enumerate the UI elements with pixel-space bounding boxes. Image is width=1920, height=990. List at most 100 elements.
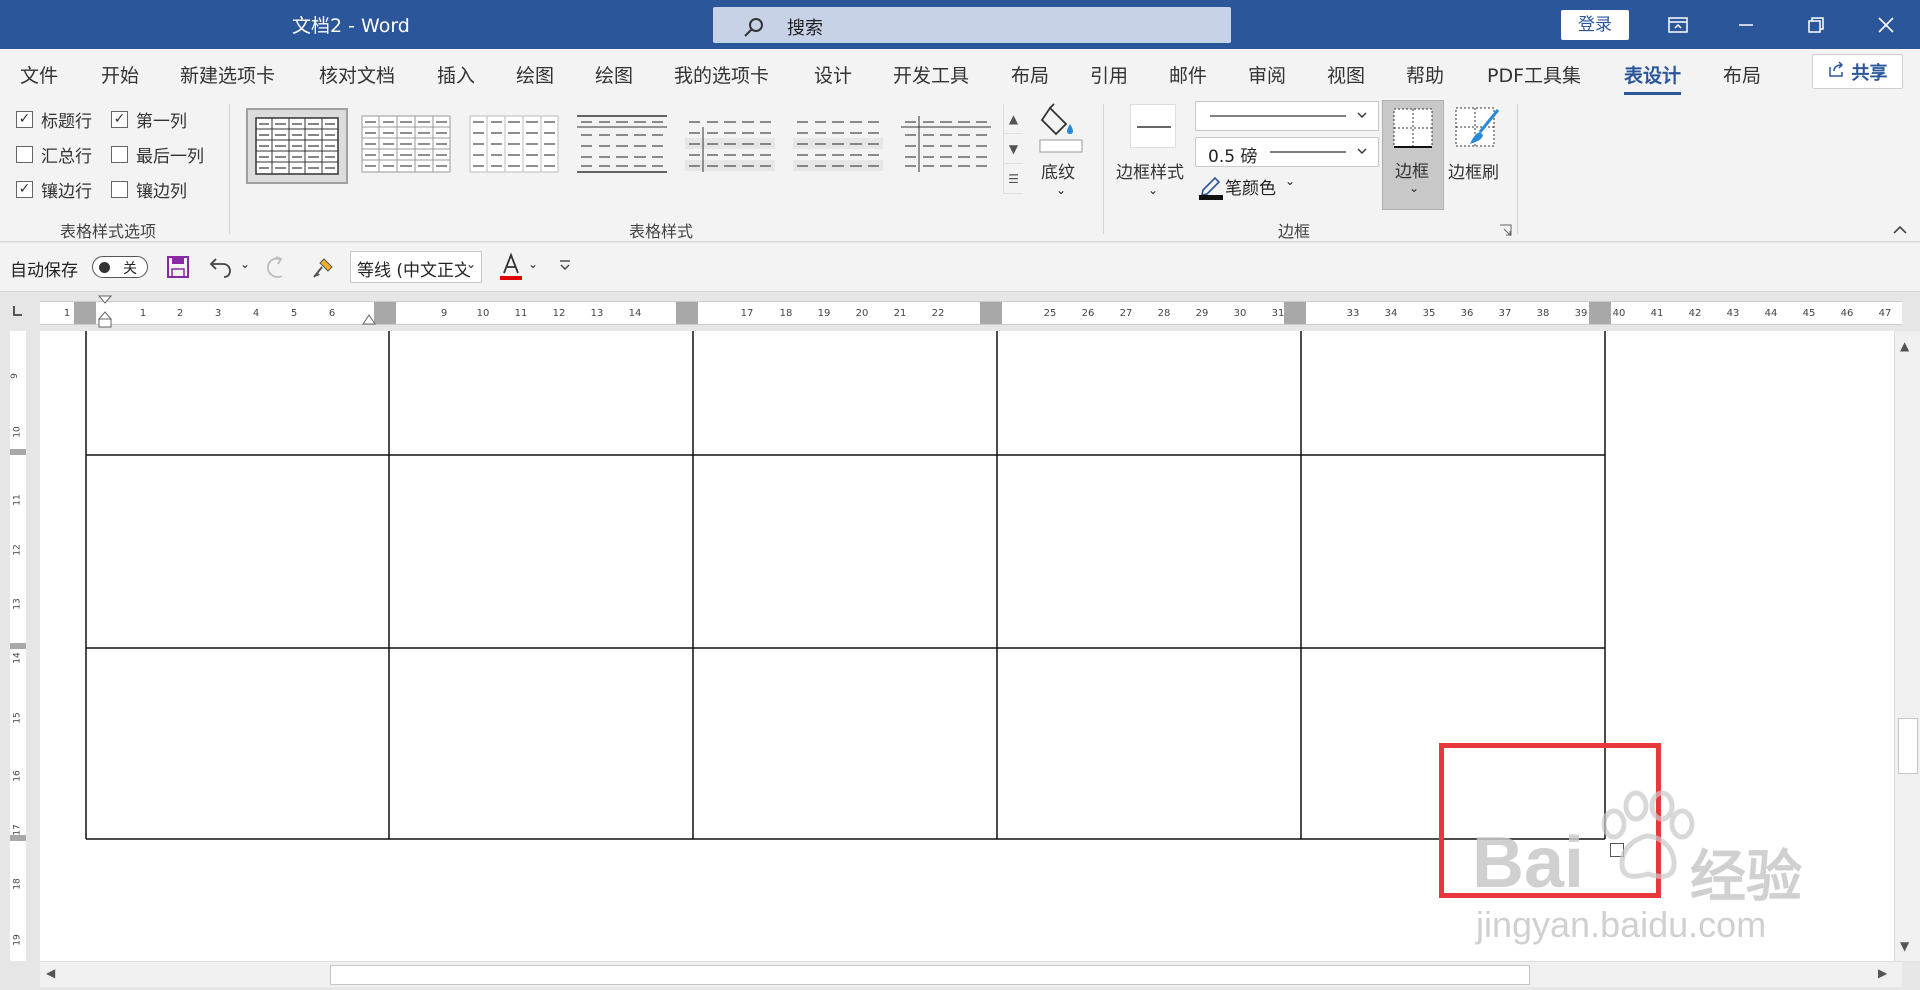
border-styles-button[interactable]: 边框样式 ⌄ <box>1116 100 1190 200</box>
tab-help[interactable]: 帮助 <box>1406 61 1444 88</box>
checkbox-first-column[interactable]: ✓ 第一列 <box>111 107 187 132</box>
ribbon-display-options-icon[interactable] <box>1648 0 1708 49</box>
login-button[interactable]: 登录 <box>1561 10 1629 40</box>
first-line-indent-icon[interactable] <box>97 295 113 333</box>
column-marker[interactable] <box>980 302 1002 324</box>
column-marker[interactable] <box>74 302 96 324</box>
shading-label: 底纹 <box>1041 163 1075 183</box>
horizontal-ruler[interactable]: 1 1 2 3 4 5 6 9 10 11 12 13 14 17 18 19 20 21 22 25 26 27 28 29… <box>40 301 1902 325</box>
checkbox-header-row[interactable]: ✓ 标题行 <box>16 107 92 132</box>
share-button[interactable]: 共享 <box>1812 54 1903 89</box>
font-name-select[interactable]: 等线 (中文正文 <box>350 251 482 283</box>
ruler-number: 44 <box>1764 308 1778 319</box>
tab-mailings[interactable]: 邮件 <box>1169 61 1207 88</box>
column-marker[interactable] <box>374 302 396 324</box>
redo-icon[interactable] <box>264 255 290 285</box>
column-marker[interactable] <box>1284 302 1306 324</box>
table-style-banded-3[interactable] <box>897 108 999 184</box>
right-indent-icon[interactable] <box>362 310 376 329</box>
table-style-plain-1[interactable] <box>357 108 459 184</box>
checkbox-header-row-box[interactable]: ✓ <box>16 111 33 128</box>
tab-pdf-tools[interactable]: PDF工具集 <box>1487 61 1581 88</box>
table-style-banded-1[interactable] <box>681 108 783 184</box>
undo-dropdown-icon[interactable]: ⌄ <box>240 257 250 271</box>
borders-button[interactable]: 边框 ⌄ <box>1382 100 1444 210</box>
checkbox-last-column-box[interactable] <box>111 146 128 163</box>
tab-file[interactable]: 文件 <box>20 61 58 88</box>
tab-proofing[interactable]: 核对文档 <box>319 61 395 88</box>
table-style-plain-3[interactable] <box>573 108 675 184</box>
ruler-number: 1 <box>139 308 147 319</box>
column-marker[interactable] <box>1589 302 1611 324</box>
gallery-down-icon[interactable]: ▼ <box>1004 134 1023 164</box>
pen-color-label: 笔颜色 <box>1225 179 1276 199</box>
gallery-more-icon[interactable]: ☰ <box>1004 164 1023 194</box>
row-marker[interactable] <box>10 835 26 841</box>
tab-review[interactable]: 审阅 <box>1248 61 1286 88</box>
ruler-number: 20 <box>855 308 869 319</box>
tab-draw-2[interactable]: 绘图 <box>595 61 633 88</box>
scroll-left-icon[interactable]: ◀ <box>46 966 55 980</box>
tab-design[interactable]: 设计 <box>814 61 852 88</box>
checkbox-banded-columns-label: 镶边列 <box>136 182 187 202</box>
borders-dialog-launcher-icon[interactable] <box>1499 222 1512 236</box>
vertical-scroll-thumb[interactable] <box>1898 718 1918 774</box>
tab-my-tab[interactable]: 我的选项卡 <box>674 61 769 88</box>
table-style-grid[interactable] <box>246 108 348 184</box>
ruler-number: 2 <box>176 308 184 319</box>
tab-table-layout[interactable]: 布局 <box>1723 61 1761 88</box>
tab-table-design[interactable]: 表设计 <box>1624 61 1682 95</box>
tab-selector-icon[interactable] <box>9 303 29 323</box>
save-icon[interactable] <box>166 255 190 283</box>
checkbox-last-column[interactable]: 最后一列 <box>111 142 204 167</box>
scroll-down-icon[interactable]: ▼ <box>1900 939 1909 953</box>
tab-home[interactable]: 开始 <box>101 61 139 88</box>
gallery-up-icon[interactable]: ▲ <box>1004 104 1023 134</box>
column-marker[interactable] <box>676 302 698 324</box>
format-painter-icon[interactable] <box>310 255 336 285</box>
vertical-ruler[interactable]: 9 10 11 12 13 14 15 16 17 18 19 <box>10 331 26 961</box>
customize-qat-icon[interactable] <box>558 257 572 276</box>
ruler-number: 29 <box>1195 308 1209 319</box>
table-style-plain-2[interactable] <box>465 108 567 184</box>
tab-references[interactable]: 引用 <box>1090 61 1128 88</box>
undo-icon[interactable] <box>208 255 234 283</box>
shading-button[interactable]: 底纹 ⌄ <box>1035 100 1085 200</box>
tab-insert[interactable]: 插入 <box>437 61 475 88</box>
line-weight-select[interactable]: 0.5 磅 <box>1195 137 1379 167</box>
scroll-up-icon[interactable]: ▲ <box>1900 339 1909 353</box>
close-icon[interactable] <box>1856 0 1916 49</box>
tab-layout[interactable]: 布局 <box>1011 61 1049 88</box>
checkbox-banded-columns[interactable]: 镶边列 <box>111 177 187 202</box>
tab-draw-1[interactable]: 绘图 <box>516 61 554 88</box>
checkbox-first-column-box[interactable]: ✓ <box>111 111 128 128</box>
checkbox-banded-columns-box[interactable] <box>111 181 128 198</box>
row-marker[interactable] <box>10 449 26 455</box>
ruler-number: 33 <box>1346 308 1360 319</box>
scroll-right-icon[interactable]: ▶ <box>1878 966 1887 980</box>
table-style-banded-2[interactable] <box>789 108 891 184</box>
checkbox-total-row[interactable]: 汇总行 <box>16 142 92 167</box>
tab-new[interactable]: 新建选项卡 <box>180 61 275 88</box>
restore-icon[interactable] <box>1786 0 1846 49</box>
horizontal-scroll-thumb[interactable] <box>330 965 1530 985</box>
collapse-ribbon-icon[interactable] <box>1891 222 1909 236</box>
font-color-dropdown-icon[interactable]: ⌄ <box>528 257 538 271</box>
vertical-scrollbar[interactable]: ▲ ▼ <box>1894 331 1920 961</box>
minimize-icon[interactable] <box>1716 0 1776 49</box>
font-color-icon[interactable] <box>498 251 524 285</box>
checkbox-banded-rows[interactable]: ✓ 镶边行 <box>16 177 92 202</box>
search-box[interactable]: 搜索 <box>713 7 1231 43</box>
autosave-toggle[interactable]: 关 <box>92 256 148 278</box>
line-style-select[interactable] <box>1195 101 1379 131</box>
font-dropdown-icon[interactable]: ⌄ <box>466 257 477 271</box>
border-painter-button[interactable]: 边框刷 <box>1446 100 1510 200</box>
horizontal-scrollbar[interactable]: ◀ ▶ <box>40 961 1902 987</box>
tab-view[interactable]: 视图 <box>1327 61 1365 88</box>
pen-color-button[interactable]: 笔颜色 ⌄ <box>1197 172 1307 200</box>
tab-developer[interactable]: 开发工具 <box>893 61 969 88</box>
ruler-number: 45 <box>1802 308 1816 319</box>
row-marker[interactable] <box>10 643 26 649</box>
checkbox-total-row-box[interactable] <box>16 146 33 163</box>
checkbox-banded-rows-box[interactable]: ✓ <box>16 181 33 198</box>
